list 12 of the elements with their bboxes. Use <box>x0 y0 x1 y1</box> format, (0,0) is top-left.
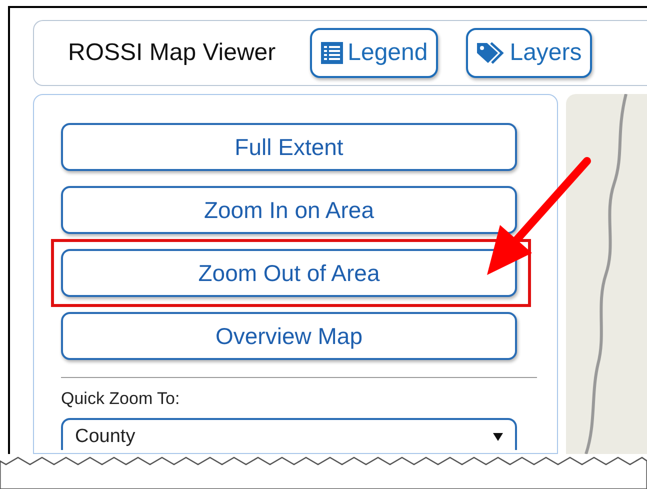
tool-button[interactable]: Overview Map <box>61 312 517 360</box>
tool-button[interactable]: Zoom In on Area <box>61 186 517 234</box>
caret-icon <box>493 433 503 441</box>
layers-button[interactable]: Layers <box>466 28 592 78</box>
tag-icon <box>476 41 506 65</box>
quick-zoom-select[interactable]: County <box>61 418 517 450</box>
list-icon <box>320 41 344 65</box>
legend-button[interactable]: Legend <box>310 28 438 78</box>
tool-button[interactable]: Full Extent <box>61 123 517 171</box>
tool-button[interactable]: Zoom Out of Area <box>61 249 517 297</box>
quick-zoom-label: Quick Zoom To: <box>61 389 181 409</box>
app-title: ROSSI Map Viewer <box>68 39 276 67</box>
